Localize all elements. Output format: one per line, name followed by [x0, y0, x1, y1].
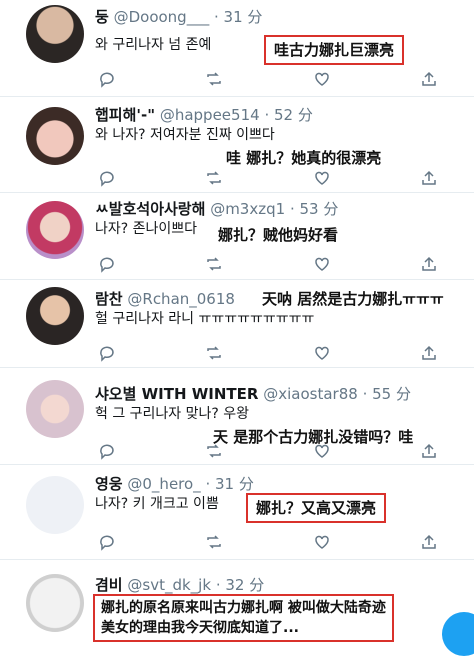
- tweet-actions: [98, 533, 438, 551]
- tweet-item[interactable]: 겸비 @svt_dk_jk · 32 分 娜扎的原名原来叫古力娜扎啊 被叫做大陆…: [0, 560, 474, 656]
- reply-icon[interactable]: [98, 344, 116, 362]
- avatar[interactable]: [26, 107, 84, 165]
- display-name[interactable]: 람찬: [95, 290, 123, 308]
- share-icon[interactable]: [420, 70, 438, 88]
- like-icon[interactable]: [313, 533, 331, 551]
- tweet-text: 와 나자? 저여자분 진짜 이쁘다: [95, 127, 275, 143]
- tweet-item[interactable]: 햅피해'-" @happee514 · 52 分 와 나자? 저여자분 진짜 이…: [0, 97, 474, 193]
- user-handle[interactable]: @m3xzq1: [210, 200, 285, 218]
- display-name[interactable]: 샤오별 WITH WINTER: [95, 385, 258, 403]
- tweet-actions: [98, 70, 438, 88]
- share-icon[interactable]: [420, 169, 438, 187]
- like-icon[interactable]: [313, 442, 331, 460]
- display-name[interactable]: 영웅: [95, 475, 123, 493]
- tweet-header: 샤오별 WITH WINTER @xiaostar88 · 55 分: [95, 385, 411, 403]
- user-handle[interactable]: @happee514: [160, 106, 260, 124]
- retweet-icon[interactable]: [205, 70, 223, 88]
- translation-caption: 娜扎？又高又漂亮: [246, 493, 387, 523]
- tweet-item[interactable]: 샤오별 WITH WINTER @xiaostar88 · 55 分 헉 그 구…: [0, 368, 474, 465]
- retweet-icon[interactable]: [205, 344, 223, 362]
- reply-icon[interactable]: [98, 255, 116, 273]
- timestamp[interactable]: · 32 分: [216, 576, 264, 594]
- translation-caption: 娜扎？贼他妈好看: [218, 226, 339, 244]
- like-icon[interactable]: [313, 344, 331, 362]
- like-icon[interactable]: [313, 255, 331, 273]
- tweet-actions: [98, 344, 438, 362]
- display-name[interactable]: 둥: [95, 8, 109, 26]
- timestamp[interactable]: · 55 分: [363, 385, 411, 403]
- retweet-icon[interactable]: [205, 169, 223, 187]
- timestamp[interactable]: · 31 分: [205, 475, 253, 493]
- tweet-actions: [98, 255, 438, 273]
- tweet-text: 헐 구리나자 라니 ㅠㅠㅠㅠㅠㅠㅠㅠㅠ: [95, 311, 315, 327]
- share-icon[interactable]: [420, 442, 438, 460]
- translation-caption: 天呐 居然是古力娜扎ㅠㅠㅠ: [262, 290, 444, 308]
- user-handle[interactable]: @Rchan_0618: [127, 290, 235, 308]
- translation-caption: 哇 娜扎？她真的很漂亮: [226, 149, 382, 167]
- reply-icon[interactable]: [98, 169, 116, 187]
- avatar[interactable]: [26, 287, 84, 345]
- avatar[interactable]: [26, 574, 84, 632]
- user-handle[interactable]: @Dooong___: [114, 8, 210, 26]
- display-name[interactable]: 겸비: [95, 576, 123, 594]
- display-name[interactable]: 햅피해'-": [95, 106, 155, 124]
- tweet-text: 헉 그 구리나자 맞나? 우왕: [95, 406, 250, 422]
- tweet-header: 영웅 @0_hero_ · 31 分: [95, 475, 254, 493]
- retweet-icon[interactable]: [205, 533, 223, 551]
- compose-button[interactable]: [442, 612, 474, 656]
- reply-icon[interactable]: [98, 533, 116, 551]
- user-handle[interactable]: @xiaostar88: [263, 385, 358, 403]
- tweet-item[interactable]: 람찬 @Rchan_0618 헐 구리나자 라니 ㅠㅠㅠㅠㅠㅠㅠㅠㅠ 天呐 居然…: [0, 280, 474, 368]
- avatar[interactable]: [26, 5, 84, 63]
- display-name[interactable]: ㅆ발호석아사랑해: [95, 200, 205, 218]
- timestamp[interactable]: · 52 分: [264, 106, 312, 124]
- translation-caption-line1: 娜扎的原名原来叫古力娜扎啊 被叫做大陆奇迹: [101, 600, 386, 616]
- tweet-item[interactable]: ㅆ발호석아사랑해 @m3xzq1 · 53 分 나자? 존나이쁘다 娜扎？贼他妈…: [0, 193, 474, 280]
- share-icon[interactable]: [420, 344, 438, 362]
- translation-caption: 哇古力娜扎巨漂亮: [264, 35, 405, 65]
- translation-caption-line2: 美女的理由我今天彻底知道了...: [101, 620, 299, 636]
- avatar[interactable]: [26, 201, 84, 259]
- tweet-header: ㅆ발호석아사랑해 @m3xzq1 · 53 分: [95, 200, 338, 218]
- tweet-header: 람찬 @Rchan_0618: [95, 290, 235, 308]
- avatar[interactable]: [26, 380, 84, 438]
- tweet-actions: [98, 442, 438, 460]
- tweet-header: 햅피해'-" @happee514 · 52 分: [95, 106, 313, 124]
- timestamp[interactable]: · 53 分: [290, 200, 338, 218]
- tweet-actions: [98, 169, 438, 187]
- user-handle[interactable]: @0_hero_: [127, 475, 200, 493]
- retweet-icon[interactable]: [205, 255, 223, 273]
- retweet-icon[interactable]: [205, 442, 223, 460]
- like-icon[interactable]: [313, 70, 331, 88]
- tweet-item[interactable]: 영웅 @0_hero_ · 31 分 나자? 키 개크고 이쁨 娜扎？又高又漂亮: [0, 465, 474, 560]
- tweet-header: 둥 @Dooong___ · 31 分: [95, 8, 262, 26]
- reply-icon[interactable]: [98, 70, 116, 88]
- translation-caption: 娜扎的原名原来叫古力娜扎啊 被叫做大陆奇迹 美女的理由我今天彻底知道了...: [93, 594, 394, 642]
- like-icon[interactable]: [313, 169, 331, 187]
- tweet-text: 나자? 존나이쁘다: [95, 221, 198, 237]
- user-handle[interactable]: @svt_dk_jk: [127, 576, 211, 594]
- tweet-text: 와 구리나자 넘 존예: [95, 37, 212, 53]
- share-icon[interactable]: [420, 255, 438, 273]
- tweet-item[interactable]: 둥 @Dooong___ · 31 分 와 구리나자 넘 존예 哇古力娜扎巨漂亮: [0, 0, 474, 97]
- tweet-text: 나자? 키 개크고 이쁨: [95, 496, 219, 512]
- avatar[interactable]: [26, 476, 84, 534]
- share-icon[interactable]: [420, 533, 438, 551]
- reply-icon[interactable]: [98, 442, 116, 460]
- tweet-header: 겸비 @svt_dk_jk · 32 分: [95, 576, 264, 594]
- timestamp[interactable]: · 31 分: [214, 8, 262, 26]
